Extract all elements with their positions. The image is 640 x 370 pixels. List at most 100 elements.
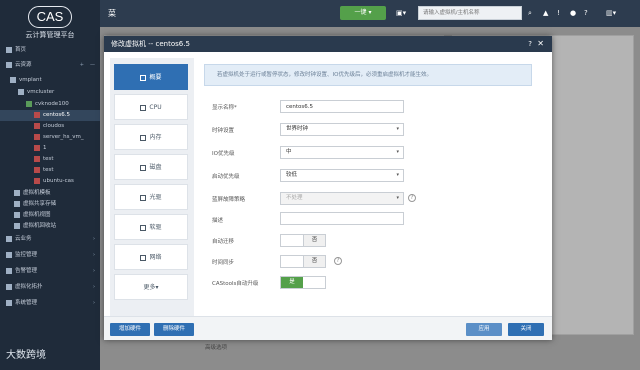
menu-icon[interactable]: 菜	[108, 8, 116, 19]
chevron-down-icon: ▾	[396, 149, 399, 155]
device-icon[interactable]: ▣▾	[396, 6, 406, 20]
sidebar: CAS 云计算管理平台 首页 云资源 + — vmplant vmcluster c…	[0, 0, 100, 370]
topology-icon	[6, 283, 12, 290]
template-icon	[14, 189, 20, 196]
nav-topology[interactable]: 虚拟化拓扑 ›	[0, 282, 100, 293]
help-icon[interactable]: ?	[584, 6, 588, 20]
chevron-down-icon: ▾	[396, 195, 399, 201]
tab-cpu[interactable]: CPU	[114, 94, 188, 120]
memory-icon	[140, 134, 147, 141]
tree-item-ubuntu-cas[interactable]: ubuntu-cas	[0, 176, 100, 187]
tree-item-test[interactable]: test	[0, 154, 100, 165]
io-priority-select[interactable]: 中 ▾	[280, 146, 404, 159]
home-icon	[6, 46, 12, 53]
remove-hardware-button[interactable]: 删除硬件	[154, 323, 194, 336]
nav-recycle-bin[interactable]: 虚拟机回收站	[0, 221, 100, 232]
boot-priority-label: 启动优先级	[212, 174, 240, 180]
network-icon	[140, 254, 147, 261]
tree-item-vmplant[interactable]: vmplant	[0, 75, 100, 86]
nav-vm-view[interactable]: 虚拟机视图	[0, 210, 100, 221]
notice-banner: 若虚拟机处于运行或暂停状态，修改时钟设置、IO优先级后，必须重启虚拟机才能生效。	[204, 64, 532, 86]
edit-vm-dialog: 修改虚拟机 -- centos6.5 ? ✕ 概要 CPU 内存 磁盘 光驱 软…	[104, 36, 552, 340]
search-input[interactable]	[418, 6, 522, 20]
tree-item-cloudos[interactable]: cloudos	[0, 121, 100, 132]
nav-monitoring[interactable]: 监控管理 ›	[0, 250, 100, 261]
business-icon	[6, 235, 12, 242]
tab-cdrom[interactable]: 光驱	[114, 184, 188, 210]
io-priority-label: IO优先级	[212, 151, 235, 157]
auto-migrate-label: 自动迁移	[212, 239, 235, 245]
display-name-label: 显示名称*	[212, 105, 237, 111]
vm-icon	[34, 155, 40, 162]
host-icon	[26, 100, 32, 107]
floppy-icon	[140, 224, 147, 231]
tree-item-1[interactable]: 1	[0, 143, 100, 154]
bluescreen-policy-label: 蓝屏故障策略	[212, 197, 246, 203]
cloud-icon	[6, 61, 12, 68]
nav-home[interactable]: 首页	[0, 45, 100, 56]
tree-item-test[interactable]: test	[0, 165, 100, 176]
advanced-options-label: 高级选项	[205, 345, 228, 351]
auto-migrate-toggle[interactable]: 否	[280, 234, 326, 247]
close-button[interactable]: 关闭	[508, 323, 544, 336]
vm-icon	[34, 144, 40, 151]
cluster-icon	[18, 88, 24, 95]
warning-icon[interactable]: !	[557, 6, 560, 20]
clock-select[interactable]: 世界时钟 ▾	[280, 123, 404, 136]
logo-mark: CAS	[28, 6, 72, 28]
add-hardware-button[interactable]: 增加硬件	[110, 323, 150, 336]
app-subtitle: 云计算管理平台	[25, 31, 75, 39]
vm-icon	[34, 111, 40, 118]
description-label: 描述	[212, 218, 224, 224]
nav-alarms[interactable]: 告警管理 ›	[0, 266, 100, 277]
question-icon[interactable]: ?	[408, 194, 416, 202]
dialog-title: 修改虚拟机 -- centos6.5	[111, 40, 190, 48]
nav-cloud-resources[interactable]: 云资源 + —	[0, 60, 100, 71]
vm-icon	[34, 122, 40, 129]
vm-icon	[34, 166, 40, 173]
close-icon[interactable]: ✕	[537, 36, 544, 52]
search-icon[interactable]: ⌕	[528, 6, 532, 20]
nav-system[interactable]: 系统管理 ›	[0, 298, 100, 309]
view-icon	[14, 211, 20, 218]
app-logo: CAS 云计算管理平台	[0, 0, 100, 44]
description-input[interactable]	[280, 212, 404, 225]
summary-icon	[140, 74, 147, 81]
time-sync-toggle[interactable]: 否	[280, 255, 326, 268]
castools-upgrade-toggle[interactable]: 是	[280, 276, 326, 289]
apply-button[interactable]: 应用	[466, 323, 502, 336]
layout-icon[interactable]: ▥▾	[606, 6, 616, 20]
cpu-icon	[140, 104, 147, 111]
bluescreen-policy-select[interactable]: 不处理 ▾	[280, 192, 404, 205]
disk-icon	[140, 164, 147, 171]
storage-icon	[14, 200, 20, 207]
tab-network[interactable]: 网络	[114, 244, 188, 270]
nav-cloud-business[interactable]: 云业务 ›	[0, 234, 100, 245]
tab-memory[interactable]: 内存	[114, 124, 188, 150]
tab-summary[interactable]: 概要	[114, 64, 188, 90]
alert-icon[interactable]: ▲	[543, 6, 548, 20]
question-icon[interactable]: ?	[334, 257, 342, 265]
cdrom-icon	[140, 194, 147, 201]
system-icon	[6, 299, 12, 306]
dialog-footer: 增加硬件 删除硬件 应用 关闭	[104, 316, 552, 340]
watermark-brand: 大数跨境	[6, 350, 46, 361]
tree-item-centos65[interactable]: centos6.5	[0, 110, 100, 121]
tree-item-server[interactable]: server_hs_vm_	[0, 132, 100, 143]
chevron-down-icon: ▾	[396, 126, 399, 132]
tab-disk[interactable]: 磁盘	[114, 154, 188, 180]
one-key-button[interactable]: 一键 ▾	[340, 6, 386, 20]
boot-priority-select[interactable]: 较低 ▾	[280, 169, 404, 182]
time-sync-label: 时间同步	[212, 260, 235, 266]
tree-item-vmcluster[interactable]: vmcluster	[0, 87, 100, 98]
vm-icon	[34, 177, 40, 184]
monitor-icon	[6, 251, 12, 258]
nav-vm-template[interactable]: 虚拟机模板	[0, 188, 100, 199]
tree-item-cvknode100[interactable]: cvknode100	[0, 99, 100, 110]
display-name-input[interactable]	[280, 100, 404, 113]
user-icon[interactable]: ●	[570, 6, 576, 20]
help-icon[interactable]: ?	[528, 36, 532, 52]
tab-more[interactable]: 更多▾	[114, 274, 188, 300]
tab-floppy[interactable]: 软驱	[114, 214, 188, 240]
nav-shared-storage[interactable]: 虚拟共享存储	[0, 199, 100, 210]
